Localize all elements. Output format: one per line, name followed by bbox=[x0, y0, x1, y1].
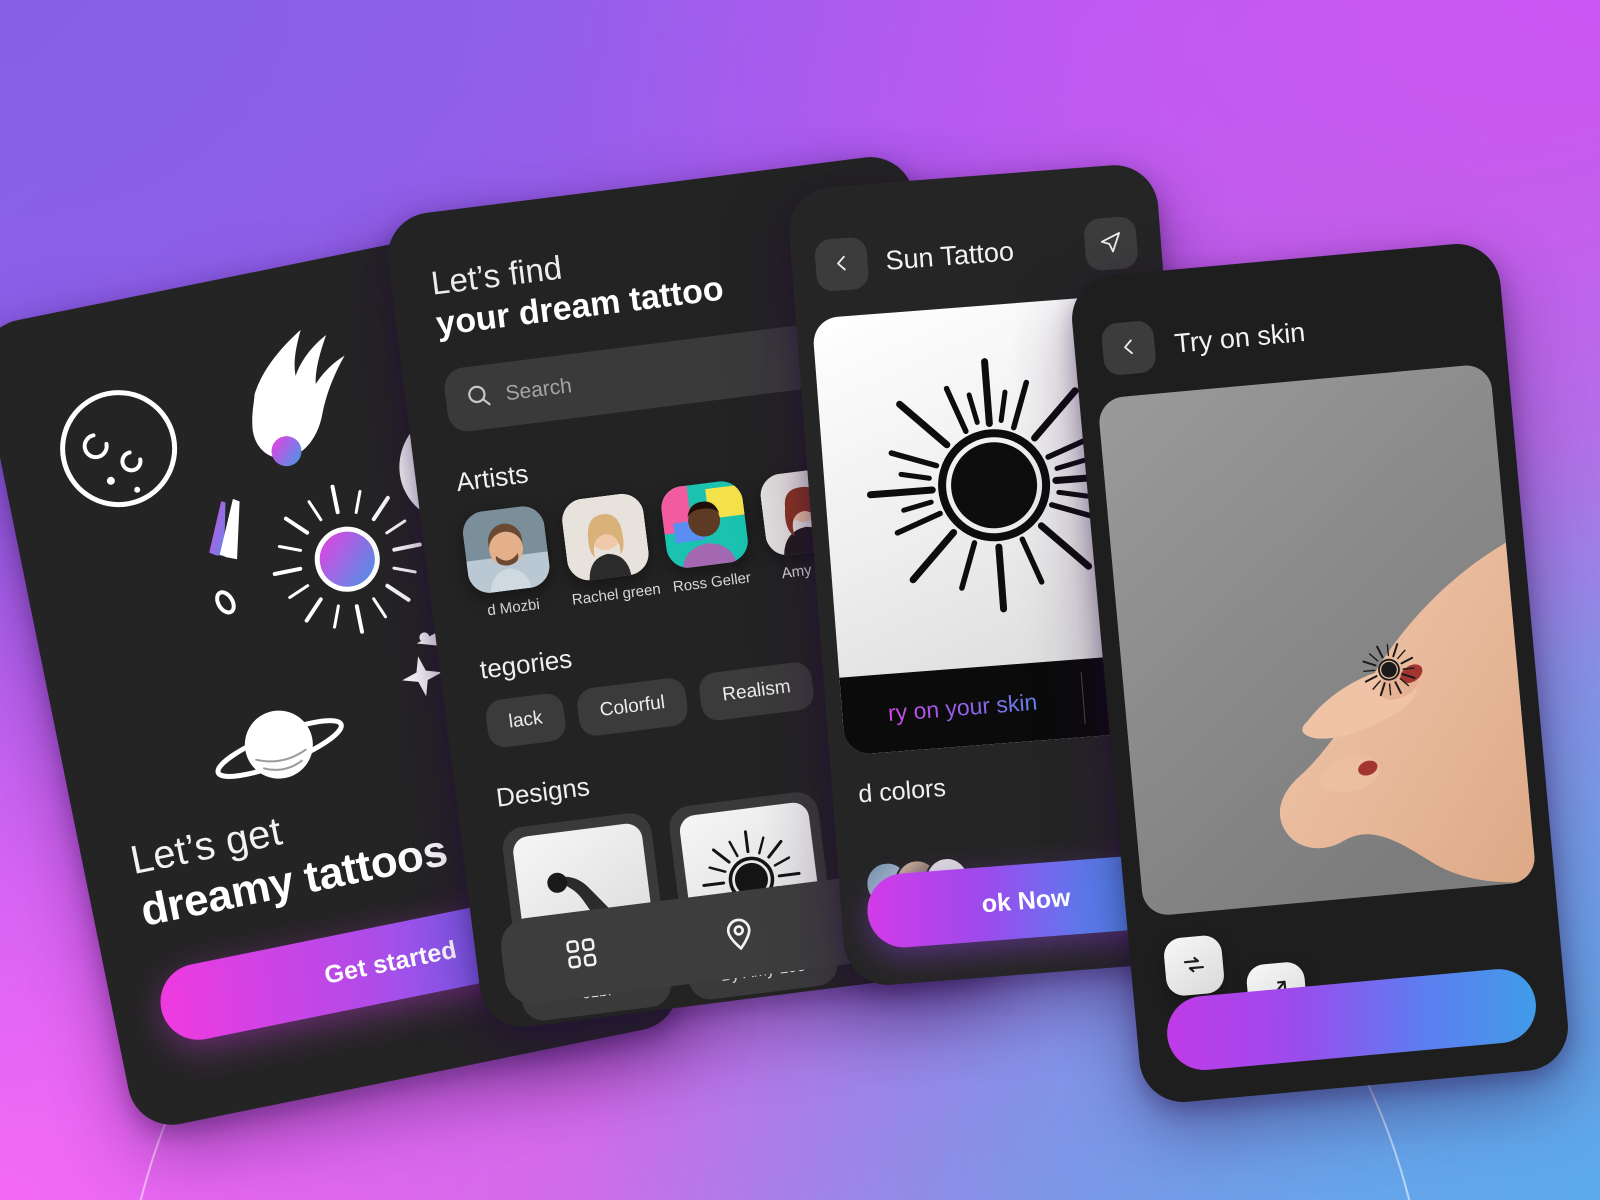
tab-grid[interactable] bbox=[562, 934, 600, 975]
artist-name: d Mozbi bbox=[486, 595, 541, 620]
search-input[interactable]: Search bbox=[442, 323, 818, 434]
try-on-skin-label[interactable]: ry on your skin bbox=[841, 685, 1083, 730]
planet-moon-icon bbox=[60, 390, 178, 508]
ar-camera-view[interactable] bbox=[1097, 363, 1537, 917]
grid-icon bbox=[562, 934, 600, 975]
artist-card[interactable]: d Mozbi bbox=[460, 503, 555, 621]
search-placeholder: Search bbox=[504, 374, 574, 406]
search-icon bbox=[464, 381, 494, 415]
share-button[interactable] bbox=[1082, 215, 1139, 272]
send-icon bbox=[1098, 229, 1124, 258]
tryon-title: Try on skin bbox=[1173, 316, 1307, 359]
detail-title: Sun Tattoo bbox=[884, 235, 1015, 276]
saturn-icon bbox=[215, 710, 344, 779]
sun-burst-icon bbox=[272, 484, 422, 634]
artist-card[interactable]: Ross Geller bbox=[658, 478, 754, 596]
back-button[interactable] bbox=[1100, 319, 1158, 377]
rotate-button[interactable] bbox=[1162, 934, 1226, 998]
artist-avatar-1 bbox=[460, 503, 552, 596]
artist-name: Ross Geller bbox=[671, 569, 752, 596]
category-chip[interactable]: lack bbox=[484, 691, 568, 750]
shooting-star-icon bbox=[209, 498, 240, 615]
back-button[interactable] bbox=[813, 236, 870, 293]
rotate-icon bbox=[1180, 950, 1209, 981]
artist-avatar-3 bbox=[658, 478, 751, 571]
location-pin-icon bbox=[719, 913, 760, 956]
category-chip[interactable]: Realism bbox=[697, 660, 816, 723]
comet-icon bbox=[252, 329, 345, 467]
artist-avatar-2 bbox=[559, 491, 652, 583]
artist-card[interactable]: Rachel green bbox=[559, 491, 662, 609]
tab-location[interactable] bbox=[719, 913, 760, 956]
artist-name: Rachel green bbox=[570, 580, 662, 609]
chevron-left-icon bbox=[830, 251, 854, 278]
category-chip[interactable]: Colorful bbox=[575, 676, 690, 738]
phone-screen-try-on-skin: Try on skin bbox=[1068, 240, 1572, 1106]
chevron-left-icon bbox=[1117, 335, 1141, 362]
